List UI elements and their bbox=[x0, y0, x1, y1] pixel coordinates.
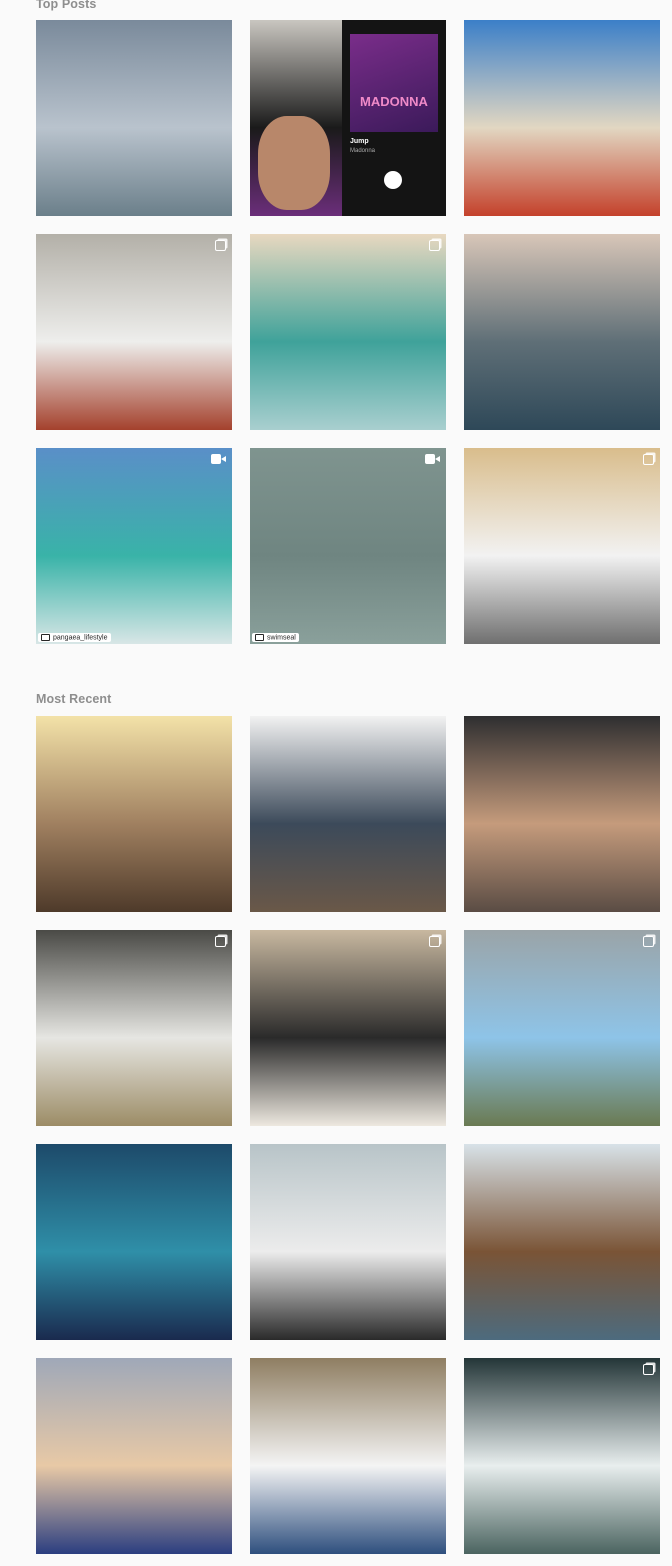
post-photo bbox=[250, 234, 446, 430]
post-man-white-surfboard[interactable] bbox=[464, 448, 660, 644]
post-red-surfboard-beach[interactable] bbox=[464, 20, 660, 216]
album-title: MADONNA bbox=[360, 94, 428, 109]
repost-icon bbox=[41, 633, 50, 641]
post-girl-surfing-lesson[interactable] bbox=[250, 1144, 446, 1340]
multiple-photos-icon bbox=[429, 240, 440, 251]
multiple-photos-icon bbox=[215, 240, 226, 251]
most-recent-grid bbox=[36, 716, 660, 1554]
post-grey-ocean[interactable]: swimseal bbox=[250, 448, 446, 644]
post-photo bbox=[250, 1144, 446, 1340]
post-photo bbox=[250, 930, 446, 1126]
post-big-wave-surfer[interactable] bbox=[464, 1358, 660, 1554]
repost-username: swimseal bbox=[267, 634, 296, 641]
selfie-face bbox=[258, 116, 330, 210]
post-photo bbox=[464, 234, 660, 430]
post-boards-pier[interactable] bbox=[464, 1144, 660, 1340]
video-icon bbox=[425, 454, 441, 464]
post-photo bbox=[464, 930, 660, 1126]
song-title: Jump bbox=[350, 138, 369, 145]
post-rocks-coast[interactable] bbox=[250, 716, 446, 912]
post-photo bbox=[36, 1358, 232, 1554]
post-blue-surfboard-street[interactable] bbox=[464, 930, 660, 1126]
post-photo bbox=[464, 716, 660, 912]
post-photo bbox=[250, 1358, 446, 1554]
video-icon bbox=[211, 454, 227, 464]
post-photo bbox=[464, 20, 660, 216]
album-art: MADONNA bbox=[350, 34, 438, 132]
post-photo bbox=[250, 716, 446, 912]
multiple-photos-icon bbox=[643, 1364, 654, 1375]
post-photo bbox=[464, 448, 660, 644]
post-photo bbox=[464, 1358, 660, 1554]
post-surprised-face[interactable] bbox=[464, 716, 660, 912]
post-sunset-wave[interactable] bbox=[464, 234, 660, 430]
post-golden-sunset-beach[interactable] bbox=[36, 716, 232, 912]
post-white-tshirt-jeans[interactable] bbox=[250, 1358, 446, 1554]
post-photo bbox=[36, 716, 232, 912]
most-recent-heading: Most Recent bbox=[36, 692, 112, 706]
post-selfie-spotify-madonna[interactable]: MADONNA Jump Madonna bbox=[250, 20, 446, 216]
top-posts-heading: Top Posts bbox=[36, 0, 97, 11]
post-surfboard-shaping[interactable] bbox=[36, 930, 232, 1126]
multiple-photos-icon bbox=[643, 454, 654, 465]
repost-credit: pangaea_lifestyle bbox=[38, 632, 111, 642]
post-photo bbox=[36, 448, 232, 644]
spotify-card: MADONNA Jump Madonna bbox=[342, 20, 446, 216]
post-man-holding-fish-board[interactable] bbox=[36, 234, 232, 430]
repost-icon bbox=[255, 633, 264, 641]
repost-credit: swimseal bbox=[252, 632, 299, 642]
multiple-photos-icon bbox=[215, 936, 226, 947]
top-posts-grid: MADONNA Jump Madonna pangaea_lifestyle swims… bbox=[36, 20, 660, 644]
post-blue-abstract-art[interactable] bbox=[36, 1144, 232, 1340]
multiple-photos-icon bbox=[429, 936, 440, 947]
post-green-barrel-wave[interactable] bbox=[250, 234, 446, 430]
multiple-photos-icon bbox=[643, 936, 654, 947]
post-photo bbox=[36, 930, 232, 1126]
post-photo bbox=[36, 234, 232, 430]
post-photo bbox=[36, 1144, 232, 1340]
post-photo bbox=[464, 1144, 660, 1340]
post-turquoise-wave-ride[interactable]: pangaea_lifestyle bbox=[36, 448, 232, 644]
play-icon bbox=[384, 171, 402, 189]
post-surfer-small-wave[interactable] bbox=[36, 20, 232, 216]
post-photo bbox=[36, 20, 232, 216]
post-photo bbox=[250, 448, 446, 644]
post-batman-tattoo[interactable] bbox=[36, 1358, 232, 1554]
song-artist: Madonna bbox=[350, 148, 376, 154]
repost-username: pangaea_lifestyle bbox=[53, 634, 108, 641]
post-cap-signing-board[interactable] bbox=[250, 930, 446, 1126]
